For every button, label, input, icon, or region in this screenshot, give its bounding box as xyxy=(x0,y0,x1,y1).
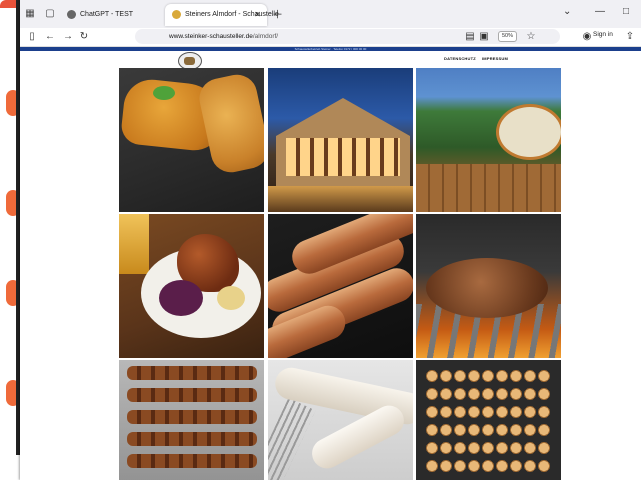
image-gallery xyxy=(119,68,562,480)
reload-icon[interactable]: ↻ xyxy=(78,31,90,43)
tab-label: ChatGPT - TEST xyxy=(80,11,134,18)
top-info-text: Schaustellerbetrieb Steiner · Telefon 01… xyxy=(294,47,367,51)
nav-link-datenschutz[interactable]: DATENSCHUTZ xyxy=(444,56,476,61)
gallery-image-schnitzel[interactable] xyxy=(119,68,264,212)
tab-chatgpt[interactable]: ChatGPT - TEST xyxy=(60,4,162,26)
tab-bar: ▦ ▢ ChatGPT - TEST Steiners Almdorf - Sc… xyxy=(20,0,641,28)
web-page: Schaustellerbetrieb Steiner · Telefon 01… xyxy=(20,47,641,480)
maximize-button[interactable]: □ xyxy=(623,6,629,17)
tab-label: Steiners Almdorf - Schaustelle xyxy=(185,11,279,18)
reader-view-icon[interactable]: ▤ xyxy=(464,31,476,43)
back-icon[interactable]: ← xyxy=(44,31,56,43)
tab-groups-icon[interactable]: ▢ xyxy=(44,8,56,20)
sign-in-button[interactable]: Sign in xyxy=(593,31,613,38)
url-text: www.steinker-schausteller.de/almdorf/ xyxy=(169,33,279,40)
minimize-button[interactable]: — xyxy=(595,6,605,17)
gallery-image-kartoffel[interactable] xyxy=(416,360,561,480)
gallery-image-weisswurst[interactable] xyxy=(268,360,413,480)
desktop-background xyxy=(0,0,22,480)
gallery-image-schweinshaxe[interactable] xyxy=(119,214,264,358)
extensions-icon[interactable]: ⇪ xyxy=(624,31,636,43)
close-tab-icon[interactable]: ✕ xyxy=(254,4,261,26)
top-info-strip: Schaustellerbetrieb Steiner · Telefon 01… xyxy=(20,47,641,51)
gallery-image-skewers[interactable] xyxy=(119,360,264,480)
tab-almdorf[interactable]: Steiners Almdorf - Schaustelle ✕ xyxy=(165,4,279,26)
account-icon[interactable]: ◉ xyxy=(581,31,593,43)
new-tab-button[interactable]: ＋ xyxy=(272,6,283,22)
nav-link-impressum[interactable]: IMPRESSUM xyxy=(482,56,508,61)
gallery-image-bratwurst[interactable] xyxy=(268,214,413,358)
url-bar[interactable]: www.steinker-schausteller.de/almdorf/ xyxy=(135,29,560,44)
browser-window: ▦ ▢ ChatGPT - TEST Steiners Almdorf - Sc… xyxy=(20,0,641,480)
chatgpt-icon xyxy=(67,10,76,19)
menu-icon[interactable]: ▦ xyxy=(24,8,36,20)
gallery-image-almhuette[interactable] xyxy=(268,68,413,212)
sidebar-icon[interactable]: ▯ xyxy=(26,31,38,43)
gallery-image-grilled-patty[interactable] xyxy=(416,214,561,358)
bookmark-star-icon[interactable]: ☆ xyxy=(525,31,537,43)
forward-icon[interactable]: → xyxy=(62,31,74,43)
list-all-tabs-icon[interactable]: ⌄ xyxy=(563,6,571,17)
gallery-image-alm-dorf[interactable] xyxy=(416,68,561,212)
navigation-bar: ▯ ← → ↻ ⛉ 🔒︎ www.steinker-schausteller.d… xyxy=(20,28,641,47)
picture-icon[interactable]: ▣ xyxy=(478,31,490,43)
zoom-indicator[interactable]: 50% xyxy=(498,31,518,42)
site-favicon-icon xyxy=(172,10,181,19)
